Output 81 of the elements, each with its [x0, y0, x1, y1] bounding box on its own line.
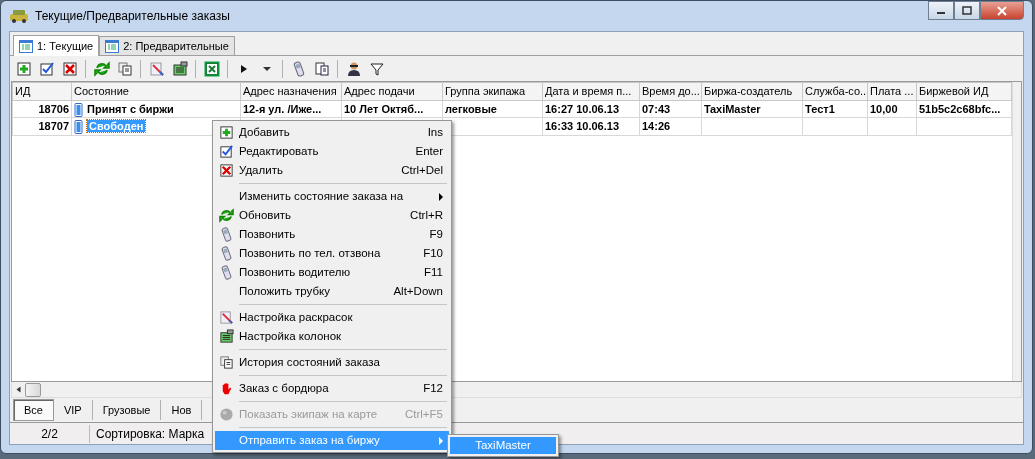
- add-icon: [218, 125, 234, 140]
- status-text: Свободен: [87, 120, 146, 132]
- list-icon: [19, 39, 33, 53]
- spreadsheet-icon: [203, 60, 220, 77]
- table-cell: 10,00: [870, 102, 898, 115]
- vertical-scrollbar[interactable]: [1012, 82, 1021, 381]
- window-title: Текущие/Предварительные заказы: [35, 8, 230, 25]
- menu-item[interactable]: Позвонить водителю F11: [215, 263, 449, 282]
- taxi-icon: [9, 8, 29, 24]
- delete-icon: [218, 163, 234, 178]
- menu-item[interactable]: Удалить Ctrl+Del: [215, 161, 449, 180]
- column-header[interactable]: Адрес подачи: [341, 82, 443, 100]
- table-cell: Тест1: [805, 102, 835, 115]
- table-cell: 12-я ул. /Иже...: [243, 102, 322, 115]
- menu-item[interactable]: Настройка раскрасок: [215, 308, 449, 327]
- table-cell: 18707: [38, 120, 69, 132]
- menu-item[interactable]: Позвонить F9: [215, 225, 449, 244]
- minimize-button[interactable]: [928, 1, 954, 20]
- refresh-icon: [218, 208, 234, 223]
- spreadsheet-button[interactable]: [201, 58, 222, 79]
- maximize-button[interactable]: [954, 1, 980, 20]
- column-header[interactable]: Служба-со...: [802, 82, 868, 100]
- menu-item[interactable]: Редактировать Enter: [215, 142, 449, 161]
- maximize-icon: [962, 6, 972, 15]
- menu-item[interactable]: Добавить Ins: [215, 123, 449, 142]
- column-header[interactable]: Адрес назначения: [240, 82, 342, 100]
- brush-icon: [218, 310, 234, 325]
- menu-item[interactable]: Заказ с бордюра F12: [215, 379, 449, 398]
- menu-item[interactable]: Изменить состояние заказа на: [215, 187, 449, 206]
- status-text: Принят с биржи: [87, 102, 174, 115]
- record-count: 2/2: [10, 424, 90, 443]
- table-cell: легковые: [445, 102, 497, 115]
- menu-item[interactable]: Настройка колонок: [215, 327, 449, 346]
- column-header[interactable]: ИД: [12, 82, 72, 100]
- edit-icon: [218, 144, 234, 159]
- table-cell: 14:26: [642, 120, 671, 132]
- edit-icon: [38, 60, 55, 77]
- sort-label: Сортировка: Марка: [95, 425, 205, 443]
- clipboard-icon: [313, 60, 330, 77]
- copy-icon: [116, 60, 133, 77]
- filter-icon: [368, 60, 385, 77]
- caret-icon: [262, 66, 271, 71]
- scroll-thumb[interactable]: [25, 382, 41, 397]
- menu-item[interactable]: Положить трубку Alt+Down: [215, 282, 449, 301]
- refresh-button[interactable]: [91, 58, 112, 79]
- brush-icon: [148, 60, 165, 77]
- menu-item[interactable]: Позвонить по тел. отзвона F10: [215, 244, 449, 263]
- list-icon: [105, 39, 120, 53]
- column-header[interactable]: Плата ...: [867, 82, 917, 100]
- delete-icon: [61, 60, 78, 77]
- close-icon: [996, 5, 1008, 16]
- copy-icon: [218, 355, 234, 370]
- column-header[interactable]: Биржевой ИД: [916, 82, 1012, 100]
- table-cell: 16:27 10.06.13: [545, 102, 619, 115]
- add-icon: [15, 60, 32, 77]
- column-header[interactable]: Дата и время п...: [542, 82, 640, 100]
- column-header[interactable]: Время до...: [639, 82, 702, 100]
- table-cell: 07:43: [642, 102, 671, 115]
- menu-item[interactable]: История состояний заказа: [215, 353, 449, 372]
- refresh-icon: [93, 60, 110, 77]
- tab[interactable]: 2: Предварительные: [99, 36, 235, 55]
- filter-tab[interactable]: VIP: [53, 399, 93, 421]
- table-cell: TaxiMaster: [704, 102, 761, 115]
- table-cell: 51b5c2c68bfc...: [919, 102, 1001, 115]
- tab[interactable]: 1: Текущие: [13, 35, 100, 56]
- phone-icon: [74, 102, 83, 117]
- phone-icon: [74, 120, 83, 135]
- table-cell: 16:33 10.06.13: [545, 120, 619, 132]
- column-header[interactable]: Состояние: [71, 82, 241, 100]
- table-cell: 10 Лет Октяб...: [344, 102, 424, 115]
- filter-tab[interactable]: Все: [13, 398, 54, 422]
- columns-icon: [171, 60, 188, 77]
- column-header[interactable]: Биржа-создатель: [701, 82, 803, 100]
- columns-icon: [218, 329, 234, 344]
- menu-item[interactable]: Обновить Ctrl+R: [215, 206, 449, 225]
- column-header[interactable]: Группа экипажа: [442, 82, 543, 100]
- scroll-left-icon[interactable]: [16, 386, 21, 393]
- close-button[interactable]: [980, 1, 1024, 20]
- table-cell: 18706: [38, 102, 69, 115]
- filter-tab[interactable]: Нов: [161, 399, 203, 421]
- filter-tab[interactable]: Грузовые: [92, 399, 162, 421]
